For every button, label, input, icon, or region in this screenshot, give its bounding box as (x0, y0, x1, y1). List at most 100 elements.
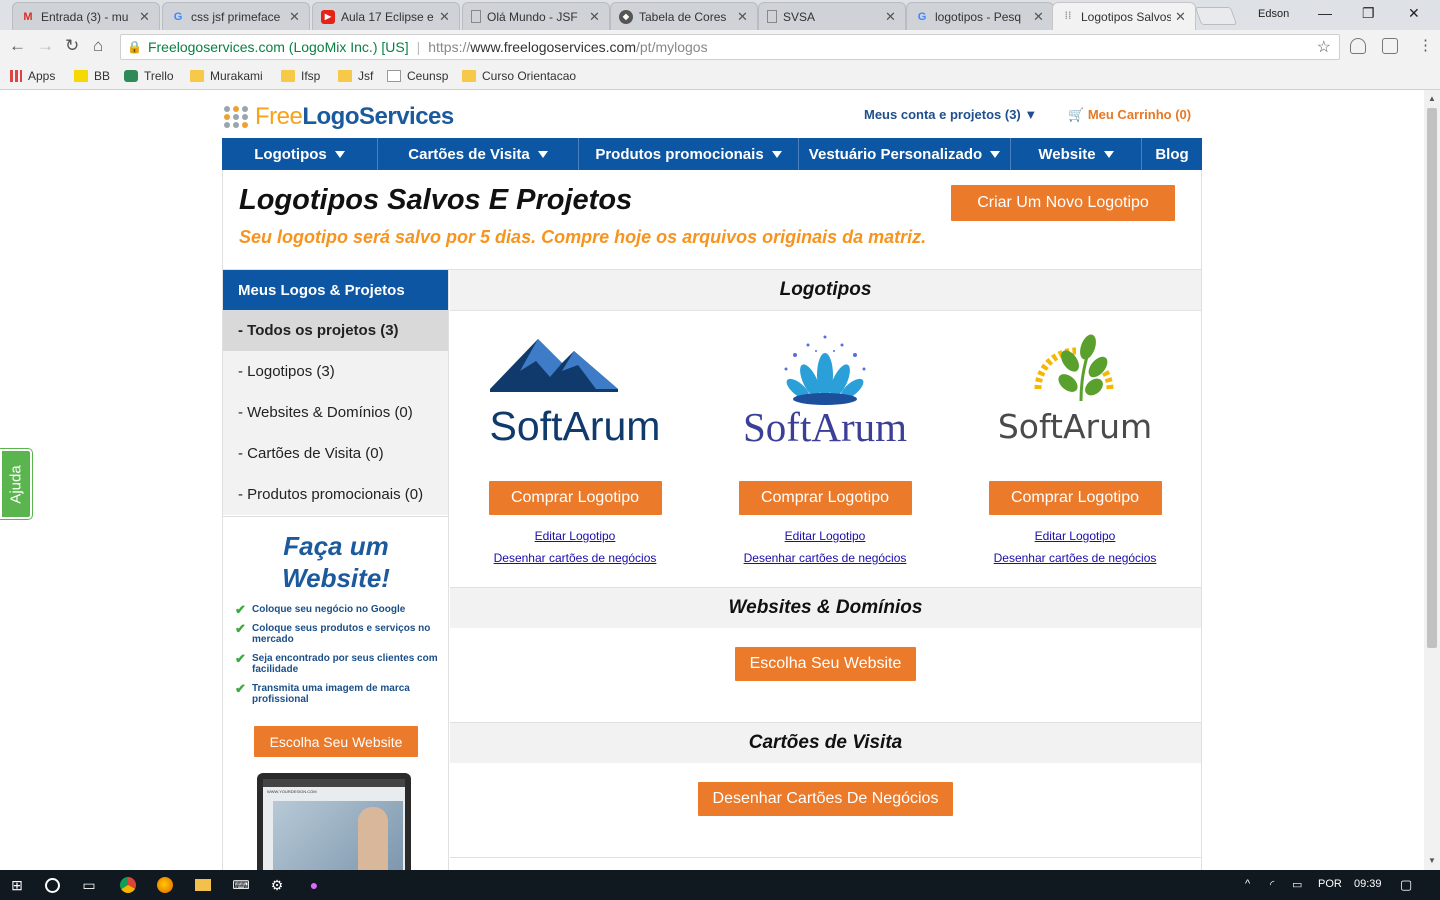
bookmark-ceunsp[interactable]: Ceunsp (387, 69, 448, 83)
keyboard-icon[interactable]: ⌨ (232, 876, 250, 894)
close-icon[interactable]: ✕ (885, 9, 897, 25)
close-window-icon[interactable]: ✕ (1408, 5, 1420, 22)
scroll-down-icon[interactable]: ▼ (1428, 856, 1436, 865)
separator: | (416, 39, 421, 55)
buy-logo-button[interactable]: Comprar Logotipo (738, 481, 912, 515)
design-cards-link[interactable]: Desenhar cartões de negócios (450, 551, 700, 565)
bookmark-apps[interactable]: Apps (10, 69, 55, 83)
bookmark-curso[interactable]: Curso Orientacao (462, 69, 576, 83)
tab-colors[interactable]: ◆ Tabela de Cores ✕ (610, 2, 758, 30)
bookmark-star-icon[interactable]: ☆ (1317, 37, 1331, 57)
chevron-up-icon[interactable]: ^ (1245, 878, 1250, 890)
windows-start-icon[interactable]: ⊞ (8, 876, 26, 894)
page-scrollbar[interactable]: ▲ ▼ (1424, 90, 1440, 870)
firefox-icon[interactable] (157, 877, 173, 893)
task-view-icon[interactable]: ▭ (80, 876, 98, 894)
close-icon[interactable]: ✕ (737, 9, 749, 25)
url-text[interactable]: https://www.freelogoservices.com/pt/mylo… (428, 39, 707, 55)
buy-logo-button[interactable]: Comprar Logotipo (488, 481, 662, 515)
edit-logo-link[interactable]: Editar Logotipo (950, 529, 1200, 543)
buy-logo-button[interactable]: Comprar Logotipo (988, 481, 1162, 515)
trello-icon (124, 70, 138, 82)
caret-down-icon (990, 150, 1001, 158)
create-logo-button[interactable]: Criar Um Novo Logotipo (951, 185, 1175, 221)
site-identity[interactable]: Freelogoservices.com (LogoMix Inc.) [US] (148, 39, 409, 55)
bookmark-murakami[interactable]: Murakami (190, 69, 263, 83)
close-icon[interactable]: ✕ (439, 9, 451, 25)
nav-cartoes[interactable]: Cartões de Visita (378, 138, 579, 170)
tab-title: Olá Mundo - JSF (487, 9, 578, 24)
tab-title: Logotipos Salvos (1081, 9, 1171, 24)
battery-icon[interactable]: ▭ (1292, 878, 1302, 891)
tab-active-logotipos[interactable]: ⁞⁞ Logotipos Salvos ✕ (1052, 2, 1196, 30)
sidebar-item-logos[interactable]: - Logotipos (3) (223, 351, 448, 392)
choose-website-button-main[interactable]: Escolha Seu Website (734, 647, 917, 681)
bookmark-bb[interactable]: BB (74, 69, 110, 83)
profile-name[interactable]: Edson (1258, 8, 1289, 20)
logo-preview[interactable]: SoftArum (950, 331, 1200, 451)
logo-preview[interactable]: SoftArum (700, 331, 950, 451)
nav-logotipos[interactable]: Logotipos (222, 138, 378, 170)
design-cards-button[interactable]: Desenhar Cartões De Negócios (697, 782, 954, 816)
page-icon (387, 70, 401, 82)
close-icon[interactable]: ✕ (139, 9, 151, 25)
scroll-up-icon[interactable]: ▲ (1428, 94, 1436, 103)
tab-gmail[interactable]: M Entrada (3) - mu ✕ (12, 2, 160, 30)
restore-icon[interactable]: ❐ (1362, 5, 1375, 22)
bookmark-trello[interactable]: Trello (124, 69, 174, 83)
close-icon[interactable]: ✕ (1033, 9, 1045, 25)
nav-vestuario[interactable]: Vestuário Personalizado (799, 138, 1011, 170)
settings-icon[interactable]: ⚙ (268, 876, 286, 894)
tab-google-css[interactable]: Gcss jsf primeface ✕ (162, 2, 310, 30)
help-tab[interactable]: Ajuda (0, 448, 33, 520)
logo-wordmark: SoftArum (997, 407, 1153, 446)
sidebar-item-websites[interactable]: - Websites & Domínios (0) (223, 392, 448, 433)
nav-produtos[interactable]: Produtos promocionais (579, 138, 799, 170)
tab-jsf[interactable]: Olá Mundo - JSF ✕ (462, 2, 610, 30)
close-icon[interactable]: ✕ (289, 9, 301, 25)
notifications-icon[interactable]: ▢ (1400, 877, 1412, 893)
cart-link[interactable]: 🛒 Meu Carrinho (0) (1068, 107, 1191, 123)
address-bar[interactable]: 🔒 Freelogoservices.com (LogoMix Inc.) [U… (120, 34, 1340, 60)
promo-list: ✔ Coloque seu negócio no Google ✔ Coloque … (235, 603, 449, 705)
chrome-icon[interactable] (120, 877, 136, 893)
sidebar-item-promo[interactable]: - Produtos promocionais (0) (223, 474, 448, 515)
sidebar-item-cards[interactable]: - Cartões de Visita (0) (223, 433, 448, 474)
nav-website[interactable]: Website (1011, 138, 1142, 170)
account-link[interactable]: Meus conta e projetos (3) ▼ (864, 107, 1037, 122)
back-icon[interactable]: ← (9, 36, 26, 56)
clock[interactable]: 09:39 (1354, 878, 1382, 890)
bookmark-jsf[interactable]: Jsf (338, 69, 373, 83)
logo-preview[interactable]: SoftArum (450, 331, 700, 451)
reload-icon[interactable]: ↻ (65, 36, 79, 56)
wifi-icon[interactable]: ◜ (1270, 878, 1274, 891)
scroll-thumb[interactable] (1427, 108, 1437, 648)
lock-icon: 🔒 (127, 40, 142, 54)
balloon-icon[interactable]: ● (305, 876, 323, 894)
language-indicator[interactable]: POR (1318, 878, 1342, 890)
new-tab-button[interactable] (1194, 7, 1238, 25)
sidebar-item-all-projects[interactable]: - Todos os projetos (3) (223, 310, 448, 351)
extension-box-icon[interactable] (1382, 38, 1398, 54)
design-cards-link[interactable]: Desenhar cartões de negócios (700, 551, 950, 565)
search-icon[interactable] (45, 878, 60, 893)
minimize-icon[interactable]: — (1318, 5, 1332, 21)
bookmark-ifsp[interactable]: Ifsp (281, 69, 320, 83)
home-icon[interactable]: ⌂ (93, 36, 103, 56)
close-icon[interactable]: ✕ (1175, 9, 1187, 25)
caret-down-icon (1103, 150, 1114, 158)
extension-shield-icon[interactable] (1350, 38, 1366, 54)
site-logo[interactable]: FreeLogoServices (224, 103, 454, 131)
choose-website-button[interactable]: Escolha Seu Website (254, 726, 418, 757)
tab-google-logotipos[interactable]: Glogotipos - Pesq ✕ (906, 2, 1054, 30)
close-icon[interactable]: ✕ (589, 9, 601, 25)
forward-icon[interactable]: → (37, 36, 54, 56)
menu-icon[interactable]: ⋮ (1418, 36, 1433, 54)
tab-svsa[interactable]: SVSA ✕ (758, 2, 906, 30)
nav-blog[interactable]: Blog (1142, 138, 1202, 170)
design-cards-link[interactable]: Desenhar cartões de negócios (950, 551, 1200, 565)
edit-logo-link[interactable]: Editar Logotipo (700, 529, 950, 543)
explorer-icon[interactable] (195, 879, 211, 891)
edit-logo-link[interactable]: Editar Logotipo (450, 529, 700, 543)
tab-youtube[interactable]: ▶ Aula 17 Eclipse e ✕ (312, 2, 460, 30)
